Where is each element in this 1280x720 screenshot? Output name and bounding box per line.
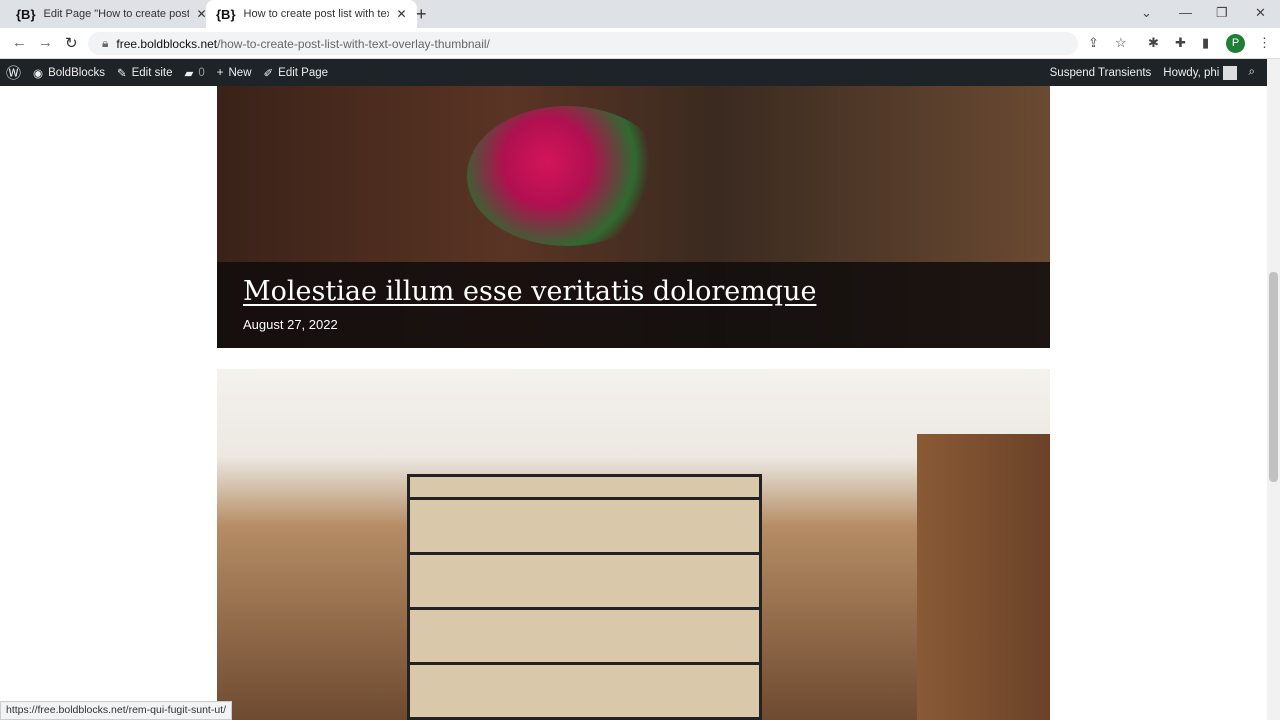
reload-icon[interactable]: ↻ — [65, 34, 78, 52]
boldblocks-favicon-icon: {B} — [216, 6, 236, 22]
lock-icon: 🔒︎ — [102, 36, 109, 50]
close-tab-icon[interactable]: ✕ — [397, 7, 407, 21]
restore-button[interactable]: ❐ — [1216, 5, 1228, 21]
back-icon[interactable]: ← — [12, 34, 27, 51]
pencil-icon: ✐ — [263, 67, 274, 80]
status-bar-url: https://free.boldblocks.net/rem-qui-fugi… — [0, 701, 233, 720]
close-window-button[interactable]: ✕ — [1255, 5, 1266, 21]
suspend-transients-link[interactable]: Suspend Transients — [1050, 67, 1152, 79]
post-title-link[interactable]: Molestiae illum esse veritatis doloremqu… — [243, 276, 1024, 307]
new-tab-button[interactable]: + — [416, 4, 427, 25]
wood-wall-image-detail — [917, 434, 1050, 720]
address-bar-row: ← → ↻ 🔒︎ free.boldblocks.net/how-to-crea… — [0, 28, 1280, 59]
page-scrollbar[interactable] — [1267, 59, 1280, 720]
post-overlay: Molestiae illum esse veritatis doloremqu… — [217, 262, 1050, 348]
side-panel-icon[interactable]: ▮ — [1202, 35, 1209, 51]
new-content-link[interactable]: + New — [217, 67, 252, 79]
post-card[interactable]: Molestiae illum esse veritatis doloremqu… — [217, 86, 1050, 348]
edit-site-link[interactable]: ✎ Edit site — [117, 66, 173, 80]
plus-icon: + — [216, 66, 224, 79]
tab-current-post[interactable]: {B} How to create post list with text ov… — [206, 0, 417, 28]
minimize-button[interactable]: — — [1179, 5, 1192, 20]
boldblocks-favicon-icon: {B} — [16, 6, 36, 22]
share-icon[interactable]: ⇪ — [1088, 35, 1099, 51]
tab-edit-page[interactable]: {B} Edit Page "How to create post list ✕ — [6, 0, 217, 28]
bug-extension-icon[interactable]: ✱ — [1148, 35, 1159, 51]
wp-admin-bar: Ⓦ ◉ BoldBlocks ✎ Edit site ▰ 0 + New ✐ Edit P… — [0, 59, 1267, 86]
post-date: August 27, 2022 — [243, 317, 338, 332]
comments-link[interactable]: ▰ 0 — [185, 66, 205, 80]
dashboard-icon: ◉ — [33, 67, 44, 80]
profile-avatar[interactable]: P — [1226, 34, 1245, 53]
site-name-link[interactable]: ◉ BoldBlocks — [33, 66, 105, 80]
url-field[interactable]: 🔒︎ free.boldblocks.net/how-to-create-pos… — [88, 32, 1078, 55]
comment-icon: ▰ — [184, 67, 194, 80]
post-card-thumbnail-image[interactable] — [217, 369, 1050, 720]
wordpress-logo-icon[interactable]: Ⓦ — [6, 62, 21, 83]
user-avatar — [1222, 65, 1237, 80]
menu-kebab-icon[interactable]: ⋮ — [1258, 35, 1271, 51]
edit-page-link[interactable]: ✐ Edit Page — [264, 66, 329, 80]
brush-icon: ✎ — [116, 67, 127, 80]
tab-search-icon[interactable]: ⌄ — [1141, 5, 1152, 21]
extensions-puzzle-icon[interactable]: ✚ — [1175, 35, 1186, 51]
howdy-user-menu[interactable]: Howdy, phi — [1163, 65, 1237, 80]
scrollbar-thumb[interactable] — [1269, 272, 1278, 482]
tab-bar: {B} Edit Page "How to create post list ✕… — [0, 0, 1280, 28]
forward-icon[interactable]: → — [38, 34, 53, 51]
search-icon[interactable]: ⌕ — [1249, 66, 1255, 79]
bookmark-star-icon[interactable]: ☆ — [1115, 35, 1127, 51]
shelf-image-detail — [407, 474, 762, 720]
post-thumbnail-image — [467, 106, 667, 246]
